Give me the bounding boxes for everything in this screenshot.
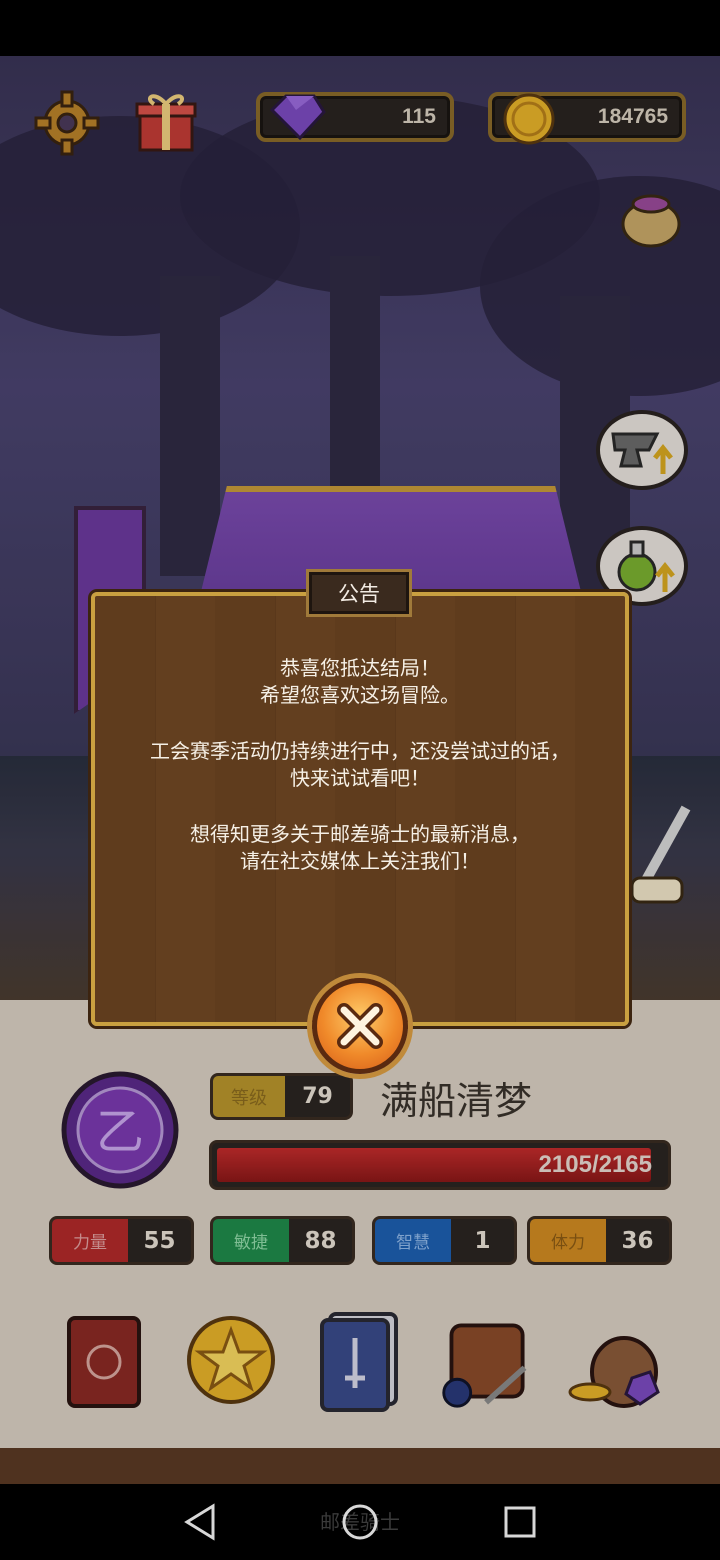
dialog-line: 想得知更多关于邮差骑士的最新消息， xyxy=(190,822,530,846)
dialog-line: 希望您喜欢这场冒险。 xyxy=(260,683,460,707)
dialog-line: 工会赛季活动仍持续进行中，还没尝试过的话， xyxy=(150,739,570,763)
nav-home-button[interactable] xyxy=(330,1500,390,1544)
system-nav-bar: 邮差骑士 xyxy=(0,1484,720,1560)
dialog-line: 快来试试看吧！ xyxy=(290,766,430,790)
dialog-line: 请在社交媒体上关注我们！ xyxy=(240,849,480,873)
nav-recents-button[interactable] xyxy=(490,1500,550,1544)
nav-back-button[interactable] xyxy=(170,1500,230,1544)
dialog-title: 公告 xyxy=(306,569,412,617)
close-x-icon xyxy=(337,1003,383,1049)
status-bar xyxy=(0,0,720,56)
home-circle-icon xyxy=(342,1504,378,1540)
dialog-line: 恭喜您抵达结局！ xyxy=(280,656,440,680)
back-triangle-icon xyxy=(184,1503,215,1541)
close-button[interactable] xyxy=(312,978,408,1074)
recents-square-icon xyxy=(504,1506,536,1538)
